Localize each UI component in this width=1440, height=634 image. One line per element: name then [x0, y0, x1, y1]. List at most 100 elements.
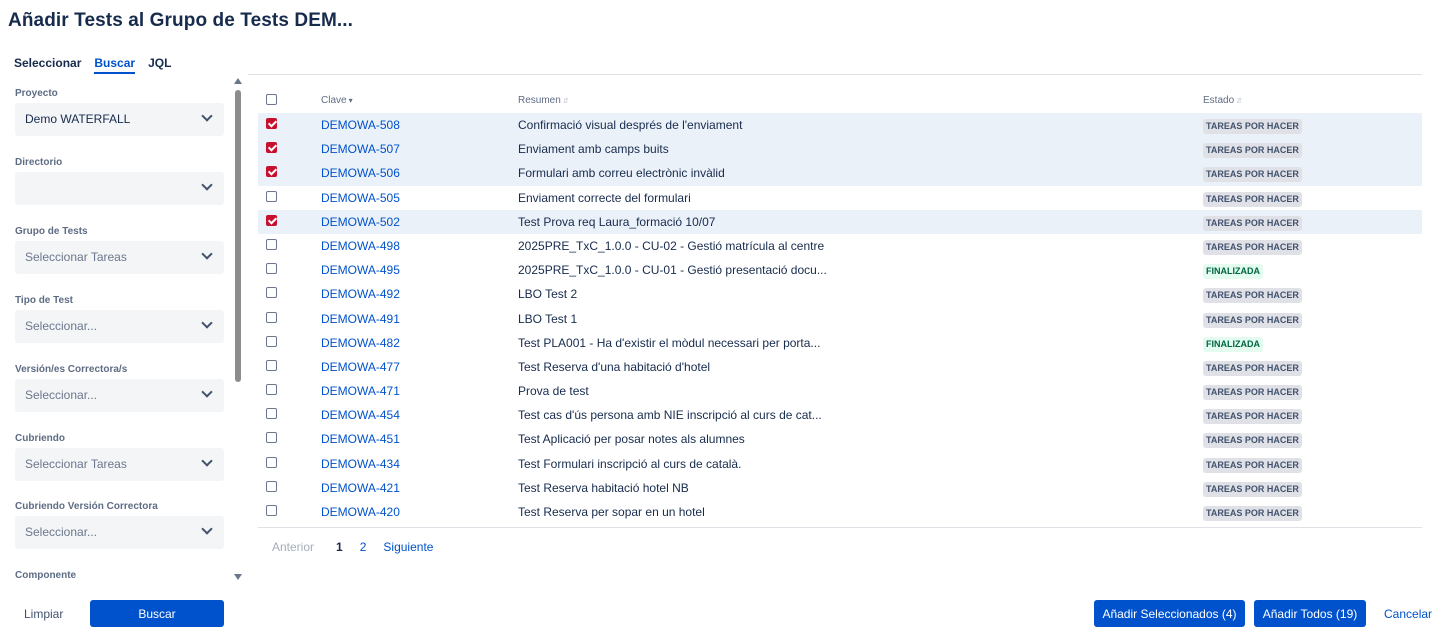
row-checkbox[interactable] [266, 166, 277, 178]
results-table: Clave ▾ Resumen ⇵ Estado ⇵ DEMOWA-508 Confir… [258, 86, 1422, 524]
row-checkbox[interactable] [266, 408, 277, 420]
row-checkbox[interactable] [266, 118, 277, 129]
table-row[interactable]: DEMOWA-508 Confirmació visual després de … [258, 113, 1422, 138]
column-header-resumen[interactable]: Resumen ⇵ [518, 95, 569, 106]
table-row[interactable]: DEMOWA-471 Prova de test TAREAS POR HACER [258, 379, 1422, 403]
cubriendo-select-placeholder: Seleccionar Tareas [25, 457, 127, 471]
row-checkbox[interactable] [266, 456, 277, 468]
table-row[interactable]: DEMOWA-495 2025PRE_TxC_1.0.0 - CU-01 - Ge… [258, 258, 1422, 282]
status-badge: TAREAS POR HACER [1203, 312, 1302, 328]
scroll-up-arrow-icon[interactable] [234, 78, 242, 84]
status-badge: TAREAS POR HACER [1203, 481, 1302, 497]
issue-key-link[interactable]: DEMOWA-495 [321, 263, 400, 277]
table-row[interactable]: DEMOWA-451 Test Aplicació per posar notes… [258, 427, 1422, 451]
table-body: DEMOWA-508 Confirmació visual després de … [258, 113, 1422, 524]
table-row[interactable]: DEMOWA-421 Test Reserva habitació hotel N… [258, 476, 1422, 500]
row-checkbox[interactable] [266, 384, 277, 396]
directorio-select[interactable] [15, 172, 224, 205]
issue-key-link[interactable]: DEMOWA-420 [321, 505, 400, 519]
issue-key-link[interactable]: DEMOWA-492 [321, 287, 400, 301]
table-row[interactable]: DEMOWA-506 Formulari amb correu electròni… [258, 161, 1422, 186]
issue-key-link[interactable]: DEMOWA-482 [321, 336, 400, 350]
pagination-prev[interactable]: Anterior [272, 540, 314, 554]
tipo-de-test-select[interactable]: Seleccionar... [15, 310, 224, 343]
table-row[interactable]: DEMOWA-507 Enviament amb camps buits TAREA… [258, 137, 1422, 162]
filter-label-grupo-de-tests: Grupo de Tests [15, 226, 88, 237]
column-header-estado-label: Estado [1203, 95, 1235, 106]
row-checkbox[interactable] [266, 335, 277, 347]
add-selected-button[interactable]: Añadir Seleccionados (4) [1094, 600, 1245, 627]
issue-summary: 2025PRE_TxC_1.0.0 - CU-02 - Gestió matrí… [518, 238, 825, 253]
issue-key-link[interactable]: DEMOWA-498 [321, 239, 400, 253]
issue-summary: Test Reserva habitació hotel NB [518, 480, 689, 495]
issue-summary: Confirmació visual després de l'enviamen… [518, 118, 743, 132]
tab-buscar[interactable]: Buscar [94, 56, 136, 74]
issue-key-link[interactable]: DEMOWA-454 [321, 408, 400, 422]
scroll-down-arrow-icon[interactable] [234, 574, 242, 580]
row-checkbox[interactable] [266, 263, 277, 275]
issue-summary: LBO Test 1 [518, 311, 578, 326]
filters-scrollbar[interactable] [234, 78, 243, 580]
table-row[interactable]: DEMOWA-498 2025PRE_TxC_1.0.0 - CU-02 - Ge… [258, 234, 1422, 258]
column-header-clave[interactable]: Clave ▾ [321, 95, 353, 106]
proyecto-select[interactable]: Demo WATERFALL [15, 103, 224, 136]
grupo-de-tests-select[interactable]: Seleccionar Tareas [15, 241, 224, 274]
issue-summary: Test cas d'ús persona amb NIE inscripció… [518, 408, 822, 423]
table-row[interactable]: DEMOWA-420 Test Reserva per sopar en un h… [258, 500, 1422, 524]
table-row[interactable]: DEMOWA-482 Test PLA001 - Ha d'existir el … [258, 331, 1422, 355]
row-checkbox[interactable] [266, 287, 277, 299]
status-badge: TAREAS POR HACER [1203, 433, 1302, 449]
row-checkbox[interactable] [266, 311, 277, 323]
select-all-checkbox[interactable] [266, 94, 277, 105]
row-checkbox[interactable] [266, 432, 277, 444]
issue-summary: Test PLA001 - Ha d'existir el mòdul nece… [518, 335, 821, 350]
row-checkbox[interactable] [266, 480, 277, 492]
issue-key-link[interactable]: DEMOWA-507 [321, 142, 400, 156]
issue-key-link[interactable]: DEMOWA-506 [321, 166, 400, 180]
table-row[interactable]: DEMOWA-491 LBO Test 1 TAREAS POR HACER [258, 307, 1422, 331]
clear-button[interactable]: Limpiar [24, 607, 63, 621]
pagination-page-1[interactable]: 1 [336, 540, 343, 554]
issue-summary: Test Reserva d'una habitació d'hotel [518, 359, 711, 374]
pagination-next[interactable]: Siguiente [383, 540, 433, 554]
row-checkbox[interactable] [266, 190, 277, 202]
row-checkbox[interactable] [266, 142, 277, 154]
filter-label-tipo-de-test: Tipo de Test [15, 295, 73, 306]
row-checkbox[interactable] [266, 359, 277, 371]
table-row[interactable]: DEMOWA-477 Test Reserva d'una habitació d… [258, 355, 1422, 379]
tab-seleccionar[interactable]: Seleccionar [14, 56, 81, 74]
tab-jql[interactable]: JQL [148, 56, 171, 74]
table-row[interactable]: DEMOWA-492 LBO Test 2 TAREAS POR HACER [258, 282, 1422, 306]
pagination-page-2[interactable]: 2 [360, 540, 367, 554]
filter-label-cubriendo: Cubriendo [15, 433, 65, 444]
issue-key-link[interactable]: DEMOWA-491 [321, 312, 400, 326]
row-checkbox[interactable] [266, 238, 277, 250]
version-correctora-select[interactable]: Seleccionar... [15, 379, 224, 412]
issue-key-link[interactable]: DEMOWA-434 [321, 457, 400, 471]
issue-key-link[interactable]: DEMOWA-505 [321, 191, 400, 205]
issue-key-link[interactable]: DEMOWA-471 [321, 384, 400, 398]
scrollbar-thumb[interactable] [235, 90, 241, 382]
status-badge: TAREAS POR HACER [1203, 288, 1302, 304]
table-row[interactable]: DEMOWA-454 Test cas d'ús persona amb NIE … [258, 403, 1422, 427]
filter-label-directorio: Directorio [15, 157, 63, 168]
search-button[interactable]: Buscar [90, 600, 224, 627]
table-row[interactable]: DEMOWA-502 Test Prova req Laura_formació … [258, 209, 1422, 234]
cubriendo-version-correctora-select[interactable]: Seleccionar... [15, 516, 224, 549]
row-checkbox[interactable] [266, 505, 277, 516]
table-row[interactable]: DEMOWA-434 Test Formulari inscripció al c… [258, 452, 1422, 476]
row-checkbox[interactable] [266, 214, 277, 226]
cubriendo-select[interactable]: Seleccionar Tareas [15, 448, 224, 481]
add-all-button[interactable]: Añadir Todos (19) [1254, 600, 1366, 627]
issue-key-link[interactable]: DEMOWA-502 [321, 215, 400, 229]
issue-key-link[interactable]: DEMOWA-451 [321, 432, 400, 446]
issue-key-link[interactable]: DEMOWA-421 [321, 481, 400, 495]
cancel-button[interactable]: Cancelar [1384, 607, 1432, 621]
table-row[interactable]: DEMOWA-505 Enviament correcte del formula… [258, 186, 1422, 210]
issue-key-link[interactable]: DEMOWA-477 [321, 360, 400, 374]
column-header-estado[interactable]: Estado ⇵ [1203, 95, 1242, 106]
issue-key-link[interactable]: DEMOWA-508 [321, 118, 400, 132]
grupo-de-tests-select-placeholder: Seleccionar Tareas [25, 250, 127, 264]
table-header: Clave ▾ Resumen ⇵ Estado ⇵ [258, 86, 1422, 113]
search-mode-tabs: Seleccionar Buscar JQL [14, 56, 171, 74]
